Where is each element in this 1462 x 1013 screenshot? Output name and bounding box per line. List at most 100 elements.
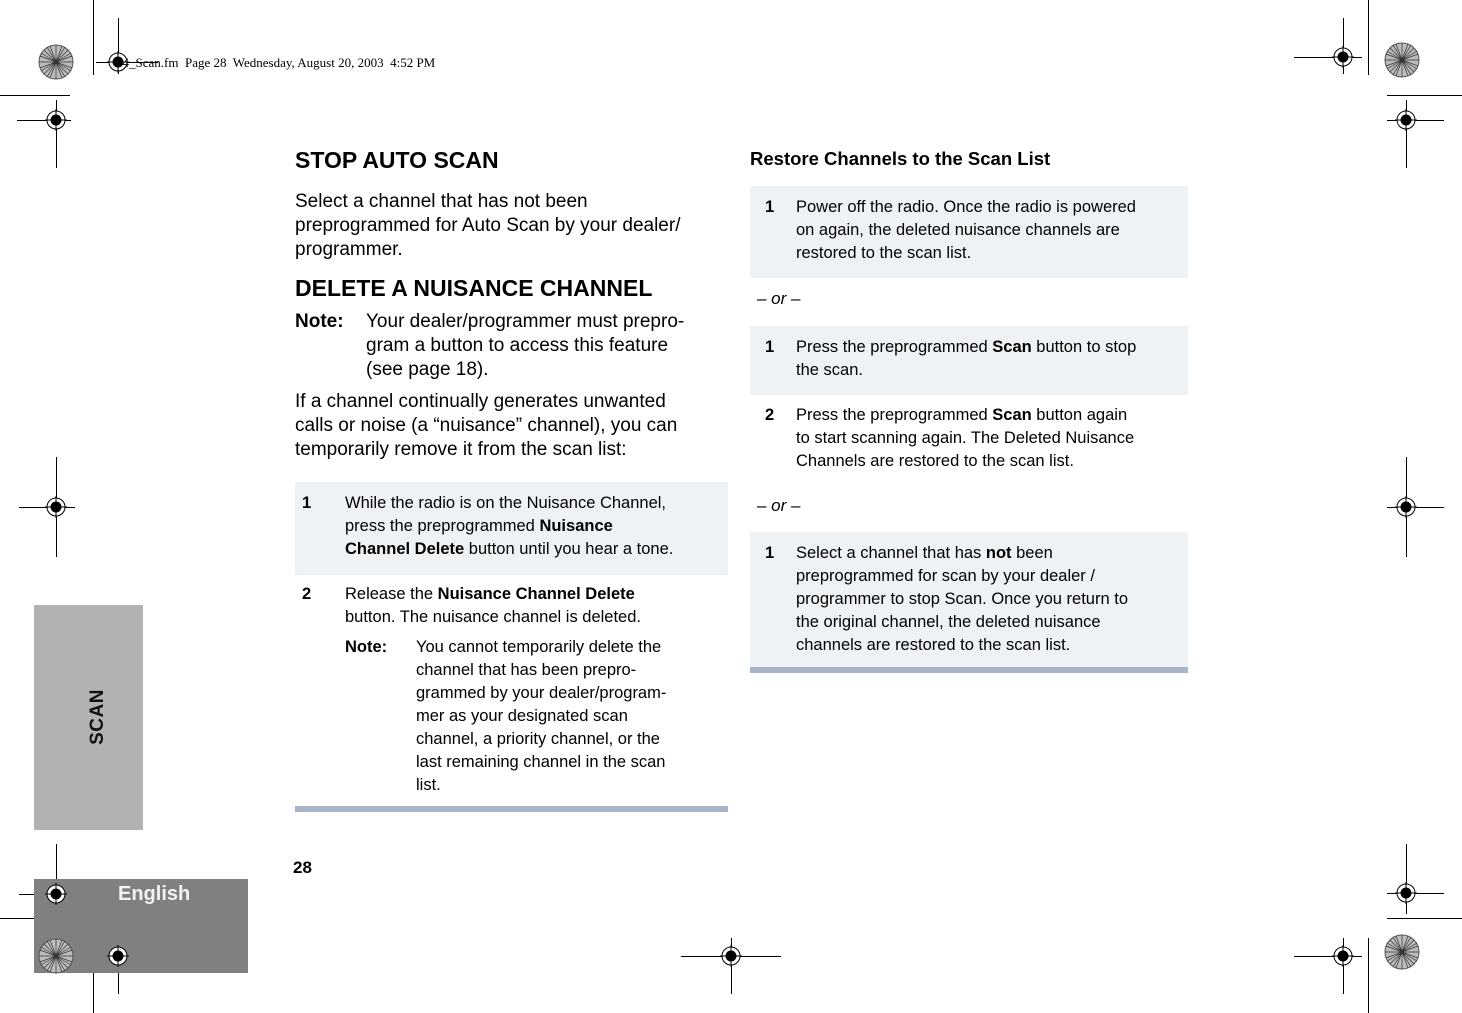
step-number: 1: [302, 494, 312, 512]
step-line: preprogrammed for scan by your dealer /: [796, 565, 1185, 588]
text-run: press the preprogrammed: [345, 517, 540, 535]
bold-term: Channel Delete: [345, 540, 465, 558]
restore-option1-step-1: 1 Power off the radio. Once the radio is…: [765, 196, 1185, 265]
crop-line: [1387, 95, 1462, 96]
registration-mark-icon: [1332, 46, 1354, 68]
step-1: 1 While the radio is on the Nuisance Cha…: [302, 492, 722, 561]
step-text: Power off the radio. Once the radio is p…: [796, 196, 1185, 265]
registration-mark-icon: [1395, 496, 1417, 518]
text-run: Press the preprogrammed: [796, 406, 993, 424]
step-2: 2 Release the Nuisance Channel Delete but…: [302, 583, 728, 797]
star-target-icon: [38, 44, 74, 80]
delete-nuisance-intro: If a channel continually generates unwan…: [295, 390, 728, 462]
step-text: Select a channel that has not been prepro…: [796, 542, 1185, 657]
intro-line: temporarily remove it from the scan list…: [295, 439, 627, 460]
step-line: channels are restored to the scan list.: [796, 634, 1185, 657]
step-note-line: grammed by your dealer/program-: [416, 684, 667, 702]
text-run: button. The nuisance channel is deleted.: [345, 608, 641, 626]
text-run: button to stop: [1031, 338, 1137, 356]
step-line: on again, the deleted nuisance channels …: [796, 219, 1185, 242]
step-line: While the radio is on the Nuisance Chann…: [345, 492, 722, 515]
step-line: press the preprogrammed Nuisance: [345, 515, 722, 538]
note-line: Your dealer/programmer must prepro-: [366, 311, 685, 332]
text-run: Power off the radio. Once the radio is p…: [796, 198, 1136, 216]
text-run: the scan.: [796, 361, 863, 379]
registration-mark-icon: [1395, 109, 1417, 131]
text-run: preprogrammed for scan by your dealer /: [796, 567, 1095, 585]
step-line: Select a channel that has not been: [796, 542, 1185, 565]
text-run: channels are restored to the scan list.: [796, 636, 1071, 654]
text-run: Channels are restored to the scan list.: [796, 452, 1074, 470]
registration-mark-icon: [45, 496, 67, 518]
step-line: Channel Delete button until you hear a t…: [345, 538, 722, 561]
step-box: 1 Power off the radio. Once the radio is…: [750, 186, 1188, 278]
text-run: button again: [1031, 406, 1128, 424]
text-run: on again, the deleted nuisance channels …: [796, 221, 1120, 239]
step-2-body: 2 Release the Nuisance Channel Delete but…: [302, 583, 728, 629]
crop-line: [93, 0, 94, 75]
step-note-line: You cannot temporarily delete the: [416, 638, 662, 656]
note-text: Your dealer/programmer must prepro- gram…: [366, 310, 728, 382]
text-run: programmer to stop Scan. Once you return…: [796, 590, 1128, 608]
or-separator: – or –: [757, 289, 801, 308]
note: Note: Your dealer/programmer must prepro…: [295, 310, 728, 382]
text-run: button until you hear a tone.: [464, 540, 674, 558]
left-column: STOP AUTO SCAN Select a channel that has…: [295, 146, 728, 462]
step-line: Power off the radio. Once the radio is p…: [796, 196, 1185, 219]
text-run: While the radio is on the Nuisance Chann…: [345, 494, 667, 512]
step-number: 2: [765, 406, 775, 424]
step-note-label: Note:: [345, 638, 388, 656]
step-text: While the radio is on the Nuisance Chann…: [345, 492, 722, 561]
registration-mark-icon: [720, 945, 742, 967]
star-target-icon: [38, 938, 74, 974]
crop-line: [1368, 0, 1369, 75]
bold-term: Scan: [992, 338, 1032, 356]
step-note-line: list.: [416, 776, 441, 794]
crop-line: [1368, 938, 1369, 1013]
step-number: 1: [765, 544, 775, 562]
section-end-rule: [295, 806, 728, 812]
step-number: 2: [302, 585, 312, 603]
bold-term: Nuisance: [539, 517, 613, 535]
step-note-line: mer as your designated scan: [416, 707, 628, 725]
registration-mark-icon: [1395, 882, 1417, 904]
step-line: programmer to stop Scan. Once you return…: [796, 588, 1185, 611]
step-line: Press the preprogrammed Scan button agai…: [796, 404, 1185, 427]
step-line: to start scanning again. The Deleted Nui…: [796, 427, 1185, 450]
step-line: Channels are restored to the scan list.: [796, 450, 1185, 473]
page-number: 28: [293, 858, 312, 877]
bold-term: Nuisance Channel Delete: [437, 585, 635, 603]
step-line: the original channel, the deleted nuisan…: [796, 611, 1185, 634]
step-note: Note: You cannot temporarily delete the …: [345, 636, 728, 797]
step-note-text: You cannot temporarily delete the channe…: [416, 636, 728, 797]
section-end-rule: [750, 667, 1188, 673]
registration-mark-icon: [107, 945, 129, 967]
step-text: Press the preprogrammed Scan button to s…: [796, 336, 1185, 382]
step-line: Press the preprogrammed Scan button to s…: [796, 336, 1185, 359]
step-line: restored to the scan list.: [796, 242, 1185, 265]
registration-mark-icon: [45, 883, 67, 905]
section-tab-label: SCAN: [87, 689, 108, 745]
registration-mark-icon: [1332, 945, 1354, 967]
step-line: Release the Nuisance Channel Delete: [345, 583, 728, 606]
bold-term: Scan: [992, 406, 1032, 424]
text-run: Press the preprogrammed: [796, 338, 993, 356]
text-run: been: [1011, 544, 1053, 562]
registration-mark-icon: [45, 109, 67, 131]
star-target-icon: [1384, 42, 1420, 78]
step-box: 1 Press the preprogrammed Scan button to…: [750, 326, 1188, 395]
step-line: the scan.: [796, 359, 1185, 382]
intro-line: calls or noise (a “nuisance” channel), y…: [295, 415, 678, 436]
restore-option3-step-1: 1 Select a channel that has not been prep…: [765, 542, 1185, 657]
stop-auto-scan-body: Select a channel that has not been prepr…: [295, 191, 681, 260]
text-run: to start scanning again. The Deleted Nui…: [796, 429, 1135, 447]
bold-term: not: [985, 544, 1012, 562]
step-box: 1 Select a channel that has not been prep…: [750, 532, 1188, 667]
text-run: the original channel, the deleted nuisan…: [796, 613, 1101, 631]
text-run: restored to the scan list.: [796, 244, 972, 262]
restore-title: Restore Channels to the Scan List: [750, 148, 1051, 169]
section-title-delete-nuisance: DELETE A NUISANCE CHANNEL: [295, 275, 653, 301]
note-label: Note:: [295, 311, 344, 332]
text-run: Release the: [345, 585, 438, 603]
step-note-line: last remaining channel in the scan: [416, 753, 666, 771]
